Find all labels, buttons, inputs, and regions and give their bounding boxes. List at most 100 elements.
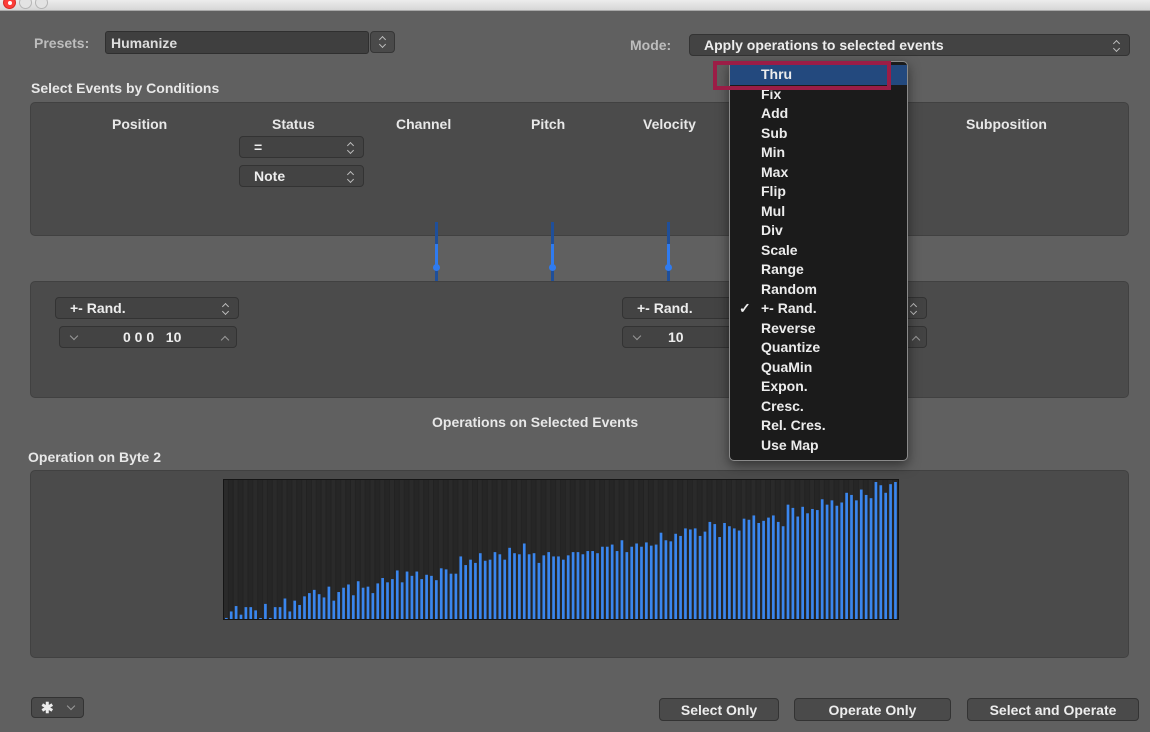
menu-item[interactable]: Quantize (730, 338, 907, 358)
position-operation-value: +- Rand. (70, 300, 126, 316)
chart-bar (767, 517, 770, 619)
chart-bar (640, 546, 643, 619)
chart-column-background (243, 480, 248, 619)
menu-item-label: Rel. Cres. (761, 417, 826, 433)
status-value-popup[interactable]: Note (239, 165, 364, 187)
chart-bar (488, 559, 492, 619)
chart-column-background (233, 480, 238, 619)
minimize-button[interactable] (19, 0, 32, 9)
chart-bar (278, 607, 282, 619)
menu-item[interactable]: Min (730, 143, 907, 163)
operations-title: Operations on Selected Events (432, 414, 639, 430)
menu-item[interactable]: ✓ +- Rand. (730, 299, 907, 319)
select-only-button[interactable]: Select Only (659, 698, 779, 721)
select-and-operate-button[interactable]: Select and Operate (967, 698, 1139, 721)
chart-bar (615, 551, 619, 619)
chart-bar (557, 556, 560, 619)
decrement-icon[interactable] (69, 331, 79, 341)
slider-knob[interactable] (549, 264, 556, 271)
menu-item-label: +- Rand. (761, 300, 817, 316)
chart-bar (439, 568, 443, 619)
chart-bar (400, 582, 404, 619)
menu-item[interactable]: Expon. (730, 377, 907, 397)
status-operator-popup[interactable]: = (239, 136, 364, 158)
decrement-icon[interactable] (632, 331, 642, 341)
action-menu-button[interactable]: ✱ (31, 697, 84, 718)
chart-bar (596, 553, 599, 619)
menu-item[interactable]: Sub (730, 124, 907, 144)
menu-item-label: Use Map (761, 436, 819, 453)
menu-item[interactable]: Cresc. (730, 397, 907, 417)
column-subposition: Subposition (966, 116, 1047, 132)
chart-bar (225, 617, 228, 619)
chart-column-background (287, 480, 292, 619)
chart-bar (327, 586, 331, 619)
position-operation-popup[interactable]: +- Rand. (55, 297, 239, 319)
mode-popup[interactable]: Apply operations to selected events (689, 34, 1130, 56)
chart-bar (386, 582, 389, 619)
slider-knob[interactable] (433, 264, 440, 271)
menu-item[interactable]: Rel. Cres. (730, 416, 907, 436)
menu-item[interactable]: Div (730, 221, 907, 241)
position-value-field[interactable]: 0 0 0 10 (59, 326, 237, 348)
byte2-map-chart[interactable] (223, 479, 899, 620)
column-velocity: Velocity (643, 116, 696, 132)
menu-item-label: Range (761, 261, 804, 277)
column-channel: Channel (396, 116, 452, 132)
chart-column-background (277, 480, 282, 619)
menu-item[interactable]: Flip (730, 182, 907, 202)
menu-item[interactable]: Reverse (730, 319, 907, 339)
chart-bar (571, 552, 575, 619)
chart-bar (737, 530, 741, 619)
chart-bar (645, 542, 648, 619)
chart-bar (625, 552, 629, 619)
chart-column-background (297, 480, 302, 619)
chart-bar (757, 522, 761, 619)
menu-item[interactable]: Use Map (730, 436, 907, 456)
chart-bar (776, 521, 780, 619)
up-down-icon (1113, 40, 1121, 52)
slider-knob[interactable] (665, 264, 672, 271)
chart-column-background (248, 480, 253, 619)
chart-bar (449, 573, 453, 619)
conditions-title: Select Events by Conditions (31, 80, 220, 96)
menu-item-label: Div (761, 222, 783, 238)
menu-item[interactable]: Max (730, 163, 907, 183)
column-position: Position (112, 116, 168, 132)
presets-label: Presets: (34, 35, 90, 51)
increment-icon[interactable] (911, 335, 921, 345)
chart-bar (518, 554, 521, 619)
menu-item[interactable]: Scale (730, 241, 907, 261)
increment-icon[interactable] (220, 335, 230, 345)
chart-bar (840, 502, 844, 619)
presets-value: Humanize (111, 35, 178, 51)
operate-only-button[interactable]: Operate Only (794, 698, 951, 721)
byte2-title: Operation on Byte 2 (28, 449, 162, 465)
close-button[interactable] (3, 0, 16, 9)
chart-bar (527, 554, 531, 619)
menu-item[interactable]: Mul (730, 202, 907, 222)
chart-bar (772, 515, 775, 619)
menu-item[interactable]: Range (730, 260, 907, 280)
chart-bar (601, 546, 604, 619)
chart-bar (444, 569, 448, 619)
chart-bar (298, 604, 301, 619)
channel-slider[interactable] (433, 222, 440, 289)
presets-field[interactable]: Humanize (105, 31, 369, 54)
chart-bar (493, 552, 497, 619)
menu-item[interactable]: QuaMin (730, 358, 907, 378)
chart-bar (268, 617, 272, 619)
chart-bar (513, 553, 516, 619)
menu-item[interactable]: Add (730, 104, 907, 124)
pitch-slider[interactable] (549, 222, 556, 289)
zoom-button[interactable] (35, 0, 48, 9)
chart-bar (728, 526, 731, 619)
presets-stepper[interactable] (370, 31, 395, 53)
chart-column-background (238, 480, 243, 619)
menu-item[interactable]: Random (730, 280, 907, 300)
velocity-slider[interactable] (665, 222, 672, 289)
chart-bar (308, 593, 311, 619)
chart-bar (356, 581, 360, 619)
chart-bar (342, 587, 345, 619)
menu-item-label: Expon. (761, 378, 808, 394)
